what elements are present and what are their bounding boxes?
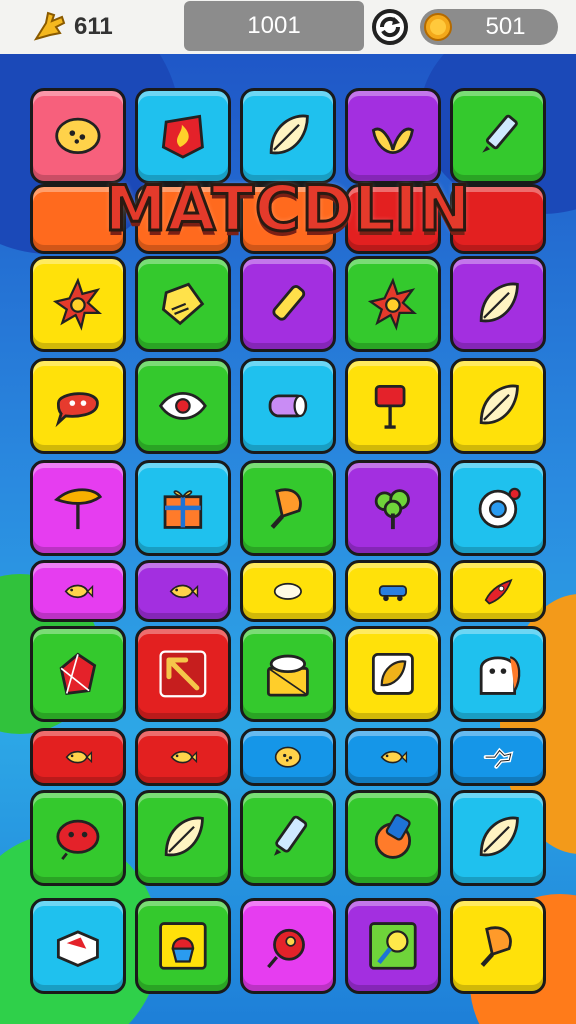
- refresh-icon[interactable]: [370, 7, 410, 47]
- fish-icon: [64, 584, 94, 598]
- marker-icon: [274, 815, 308, 856]
- basket-icon: [267, 654, 309, 697]
- tile-r5-c1[interactable]: [135, 560, 231, 622]
- leaf-icon: [479, 816, 519, 857]
- bean-icon: [273, 582, 303, 600]
- tile-r6-c3[interactable]: [345, 626, 441, 722]
- tile-r9-c3[interactable]: [345, 898, 441, 994]
- bird-icon: [267, 928, 306, 969]
- tile-r3-c2[interactable]: [240, 358, 336, 454]
- tile-r8-c0[interactable]: [30, 790, 126, 886]
- eye-icon: [158, 392, 207, 420]
- crayon-icon: [272, 285, 306, 321]
- tag-icon: [161, 282, 205, 326]
- coin-count: 501: [485, 13, 526, 40]
- tile-r4-c2[interactable]: [240, 460, 336, 556]
- tile-r8-c4[interactable]: [450, 790, 546, 886]
- ring-icon: [478, 487, 521, 529]
- tile-r3-c4[interactable]: [450, 358, 546, 454]
- fish-icon: [380, 750, 408, 764]
- tile-r2-c4[interactable]: [450, 256, 546, 352]
- candy-icon: [268, 394, 308, 418]
- cookie-icon: [274, 746, 302, 768]
- tile-r7-c3[interactable]: [345, 728, 441, 786]
- paint-icon: [374, 814, 412, 859]
- tile-r7-c1[interactable]: [135, 728, 231, 786]
- gift-icon: [163, 490, 203, 529]
- tile-r6-c4[interactable]: [450, 626, 546, 722]
- sun-icon: [53, 277, 103, 331]
- coin-icon: [424, 13, 452, 41]
- dog-icon: [483, 747, 514, 769]
- face-icon: [56, 819, 100, 861]
- game-title: MATCDLIN: [70, 168, 506, 248]
- ghost-icon: [479, 656, 521, 695]
- tile-r5-c2[interactable]: [240, 560, 336, 622]
- tile-r4-c3[interactable]: [345, 460, 441, 556]
- top-bar: 611 1001 501: [0, 0, 576, 54]
- tile-r2-c0[interactable]: [30, 256, 126, 352]
- flame-badge-icon: [161, 114, 204, 159]
- cupcake-icon: [159, 922, 207, 970]
- bulb-icon: [369, 922, 417, 970]
- leaf-icon: [479, 384, 519, 425]
- sun-icon: [368, 277, 418, 331]
- tile-r7-c0[interactable]: [30, 728, 126, 786]
- tile-r3-c0[interactable]: [30, 358, 126, 454]
- tile-r5-c3[interactable]: [345, 560, 441, 622]
- fish-icon: [170, 750, 198, 764]
- tile-r2-c1[interactable]: [135, 256, 231, 352]
- tile-r9-c2[interactable]: [240, 898, 336, 994]
- tile-r2-c3[interactable]: [345, 256, 441, 352]
- tile-r8-c2[interactable]: [240, 790, 336, 886]
- tile-r4-c1[interactable]: [135, 460, 231, 556]
- hand-icon: [33, 11, 66, 41]
- fish-icon: [169, 584, 199, 598]
- tile-r2-c2[interactable]: [240, 256, 336, 352]
- hand-stat: 611: [30, 10, 113, 44]
- tile-r9-c1[interactable]: [135, 898, 231, 994]
- popsicle-icon: [270, 488, 302, 530]
- hand-count: 611: [74, 13, 113, 40]
- score-box: 1001: [184, 1, 364, 51]
- tile-r6-c2[interactable]: [240, 626, 336, 722]
- tile-r6-c0[interactable]: [30, 626, 126, 722]
- tile-r3-c1[interactable]: [135, 358, 231, 454]
- tile-r4-c0[interactable]: [30, 460, 126, 556]
- leaf-icon: [479, 282, 519, 323]
- leaf-icon: [269, 114, 309, 155]
- tile-r5-c4[interactable]: [450, 560, 546, 622]
- tile-r9-c4[interactable]: [450, 898, 546, 994]
- gem-icon: [59, 652, 97, 696]
- sign-icon: [374, 385, 406, 429]
- cookie-icon: [55, 117, 101, 155]
- car-icon: [378, 584, 408, 601]
- tile-r7-c2[interactable]: [240, 728, 336, 786]
- arrow-icon: [159, 650, 207, 698]
- umbrella-icon: [54, 488, 103, 530]
- tile-r8-c3[interactable]: [345, 790, 441, 886]
- coin-counter: 501: [420, 9, 558, 45]
- leaf-icon: [164, 816, 204, 857]
- fish-icon: [65, 750, 93, 764]
- seed-icon: [372, 653, 414, 695]
- rocket-icon: [484, 578, 513, 605]
- tile-r7-c4[interactable]: [450, 728, 546, 786]
- pen-icon: [482, 114, 518, 153]
- tree-icon: [374, 489, 411, 530]
- tile-r6-c1[interactable]: [135, 626, 231, 722]
- popsicle-icon: [480, 926, 512, 968]
- title-text: MATCDLIN: [103, 170, 472, 246]
- tile-r8-c1[interactable]: [135, 790, 231, 886]
- chat-bubble-icon: [55, 392, 99, 428]
- hands-icon: [371, 127, 415, 155]
- tile-r5-c0[interactable]: [30, 560, 126, 622]
- tile-r9-c0[interactable]: [30, 898, 126, 994]
- tile-r4-c4[interactable]: [450, 460, 546, 556]
- box-icon: [57, 930, 99, 968]
- tile-r3-c3[interactable]: [345, 358, 441, 454]
